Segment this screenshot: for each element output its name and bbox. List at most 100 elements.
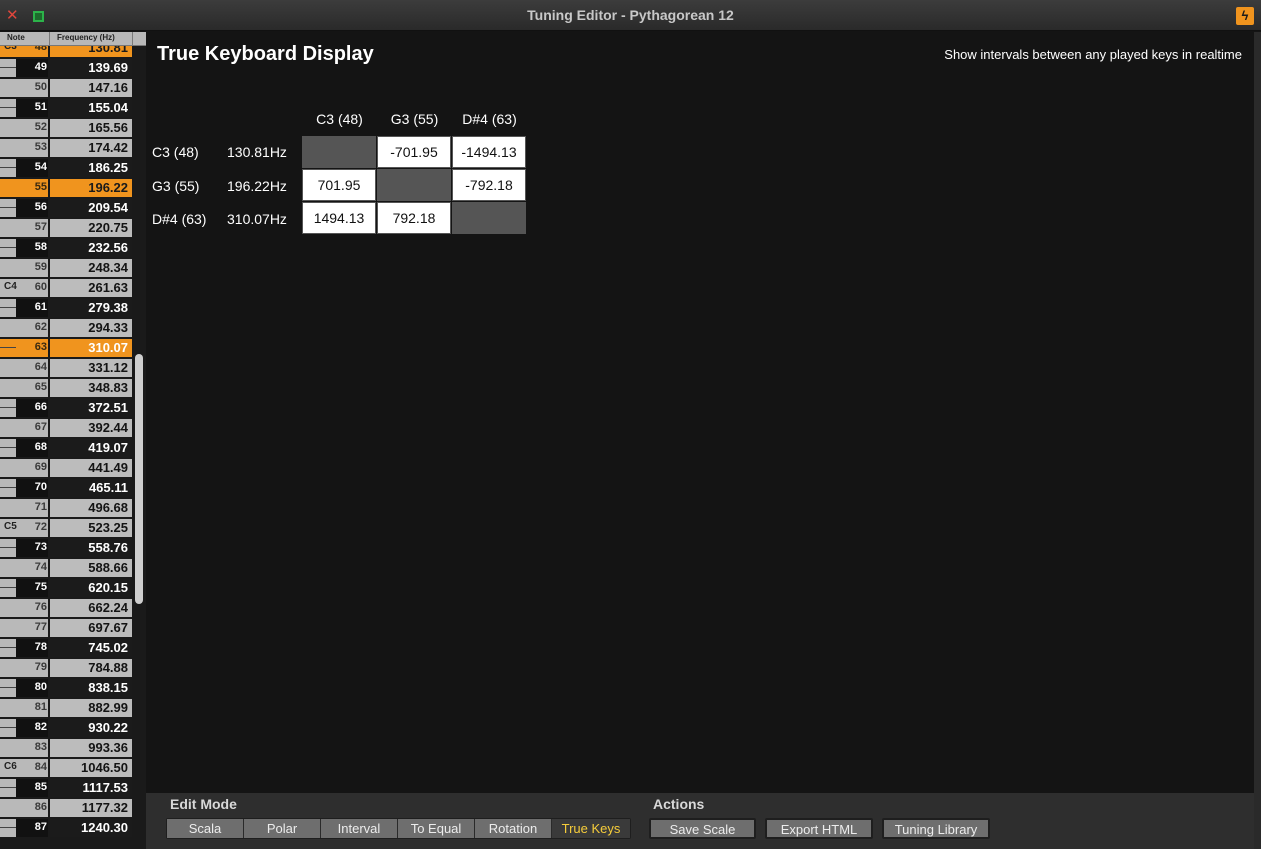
note-row[interactable]: 61 279.38 [0,298,132,318]
row-frequency: 130.81Hz [227,144,287,160]
note-row[interactable]: 55 196.22 [0,178,132,198]
note-number: 52 [34,121,47,133]
note-row[interactable]: 53 174.42 [0,138,132,158]
note-row[interactable]: 62 294.33 [0,318,132,338]
frequency-value: 310.07 [50,339,132,357]
note-row[interactable]: 69 441.49 [0,458,132,478]
note-row[interactable]: 67 392.44 [0,418,132,438]
note-number: 75 [34,581,47,593]
scrollbar[interactable] [135,354,143,604]
note-row[interactable]: 77 697.67 [0,618,132,638]
frequency-value: 620.15 [50,579,132,597]
note-number: 67 [34,421,47,433]
bottom-toolbar: Edit Mode Scala Polar Interval To Equal … [146,793,1254,849]
note-row[interactable]: 79 784.88 [0,658,132,678]
surge-logo-icon[interactable]: ϟ [1236,7,1254,25]
frequency-value: 165.56 [50,119,132,137]
note-row[interactable]: 87 1240.30 [0,818,132,838]
frequency-value: 784.88 [50,659,132,677]
note-row[interactable]: C4 60 261.63 [0,278,132,298]
note-row[interactable]: 54 186.25 [0,158,132,178]
note-number: 57 [34,221,47,233]
frequency-value: 882.99 [50,699,132,717]
note-row[interactable]: 76 662.24 [0,598,132,618]
frequency-value: 279.38 [50,299,132,317]
note-column-header: Note [7,33,25,42]
note-row[interactable]: 81 882.99 [0,698,132,718]
note-row[interactable]: 66 372.51 [0,398,132,418]
export-html-button[interactable]: Export HTML [765,818,873,839]
frequency-value: 232.56 [50,239,132,257]
note-number: 83 [34,741,47,753]
note-row[interactable]: 83 993.36 [0,738,132,758]
note-row[interactable]: 59 248.34 [0,258,132,278]
interval-cell-diagonal [452,202,526,234]
row-frequency: 310.07Hz [227,211,287,227]
note-number: 87 [34,821,47,833]
save-scale-button[interactable]: Save Scale [649,818,756,839]
note-row[interactable]: 57 220.75 [0,218,132,238]
note-row[interactable]: 56 209.54 [0,198,132,218]
note-number: 80 [34,681,47,693]
octave-label: C4 [4,281,17,292]
note-number: 54 [34,161,47,173]
note-row[interactable]: 73 558.76 [0,538,132,558]
note-row[interactable]: 74 588.66 [0,558,132,578]
note-row[interactable]: 82 930.22 [0,718,132,738]
note-number: 62 [34,321,47,333]
note-number: 81 [34,701,47,713]
frequency-value: 155.04 [50,99,132,117]
note-number: 72 [34,521,47,533]
frequency-value: 186.25 [50,159,132,177]
note-number: 66 [34,401,47,413]
tuning-library-button[interactable]: Tuning Library [882,818,990,839]
frequency-value: 372.51 [50,399,132,417]
frequency-value: 496.68 [50,499,132,517]
note-row[interactable]: 65 348.83 [0,378,132,398]
note-row[interactable]: 49 139.69 [0,58,132,78]
note-number: 77 [34,621,47,633]
frequency-value: 745.02 [50,639,132,657]
frequency-value: 1177.32 [50,799,132,817]
note-row[interactable]: 50 147.16 [0,78,132,98]
note-number: 53 [34,141,47,153]
note-row[interactable]: 68 419.07 [0,438,132,458]
note-row[interactable]: 58 232.56 [0,238,132,258]
note-row[interactable]: 86 1177.32 [0,798,132,818]
note-row[interactable]: 78 745.02 [0,638,132,658]
note-row[interactable]: 63 310.07 [0,338,132,358]
interval-cell: 701.95 [302,169,376,201]
frequency-value: 392.44 [50,419,132,437]
note-row[interactable]: 71 496.68 [0,498,132,518]
note-row[interactable]: 80 838.15 [0,678,132,698]
note-row[interactable]: 51 155.04 [0,98,132,118]
note-number: 60 [34,281,47,293]
mode-true-keys-button[interactable]: True Keys [552,819,630,838]
frequency-value: 331.12 [50,359,132,377]
note-row[interactable]: 75 620.15 [0,578,132,598]
note-row[interactable]: 52 165.56 [0,118,132,138]
note-frequency-list[interactable]: C3 48 130.81 49 139.69 50 147.16 51 155.04 52 165.… [0,32,146,849]
mode-to-equal-button[interactable]: To Equal [398,819,475,838]
note-number: 49 [34,61,47,73]
frequency-value: 465.11 [50,479,132,497]
note-row[interactable]: 70 465.11 [0,478,132,498]
true-keyboard-panel: True Keyboard Display Show intervals bet… [146,32,1254,793]
interval-cell: -701.95 [377,136,451,168]
frequency-value: 1240.30 [50,819,132,837]
frequency-value: 174.42 [50,139,132,157]
mode-polar-button[interactable]: Polar [244,819,321,838]
mode-interval-button[interactable]: Interval [321,819,398,838]
mode-rotation-button[interactable]: Rotation [475,819,552,838]
mode-scala-button[interactable]: Scala [167,819,244,838]
frequency-value: 220.75 [50,219,132,237]
note-number: 58 [34,241,47,253]
note-row[interactable]: C5 72 523.25 [0,518,132,538]
window-title: Tuning Editor - Pythagorean 12 [527,7,734,23]
note-row[interactable]: 85 1117.53 [0,778,132,798]
frequency-value: 441.49 [50,459,132,477]
note-number: 69 [34,461,47,473]
frequency-value: 993.36 [50,739,132,757]
note-row[interactable]: C6 84 1046.50 [0,758,132,778]
note-row[interactable]: 64 331.12 [0,358,132,378]
